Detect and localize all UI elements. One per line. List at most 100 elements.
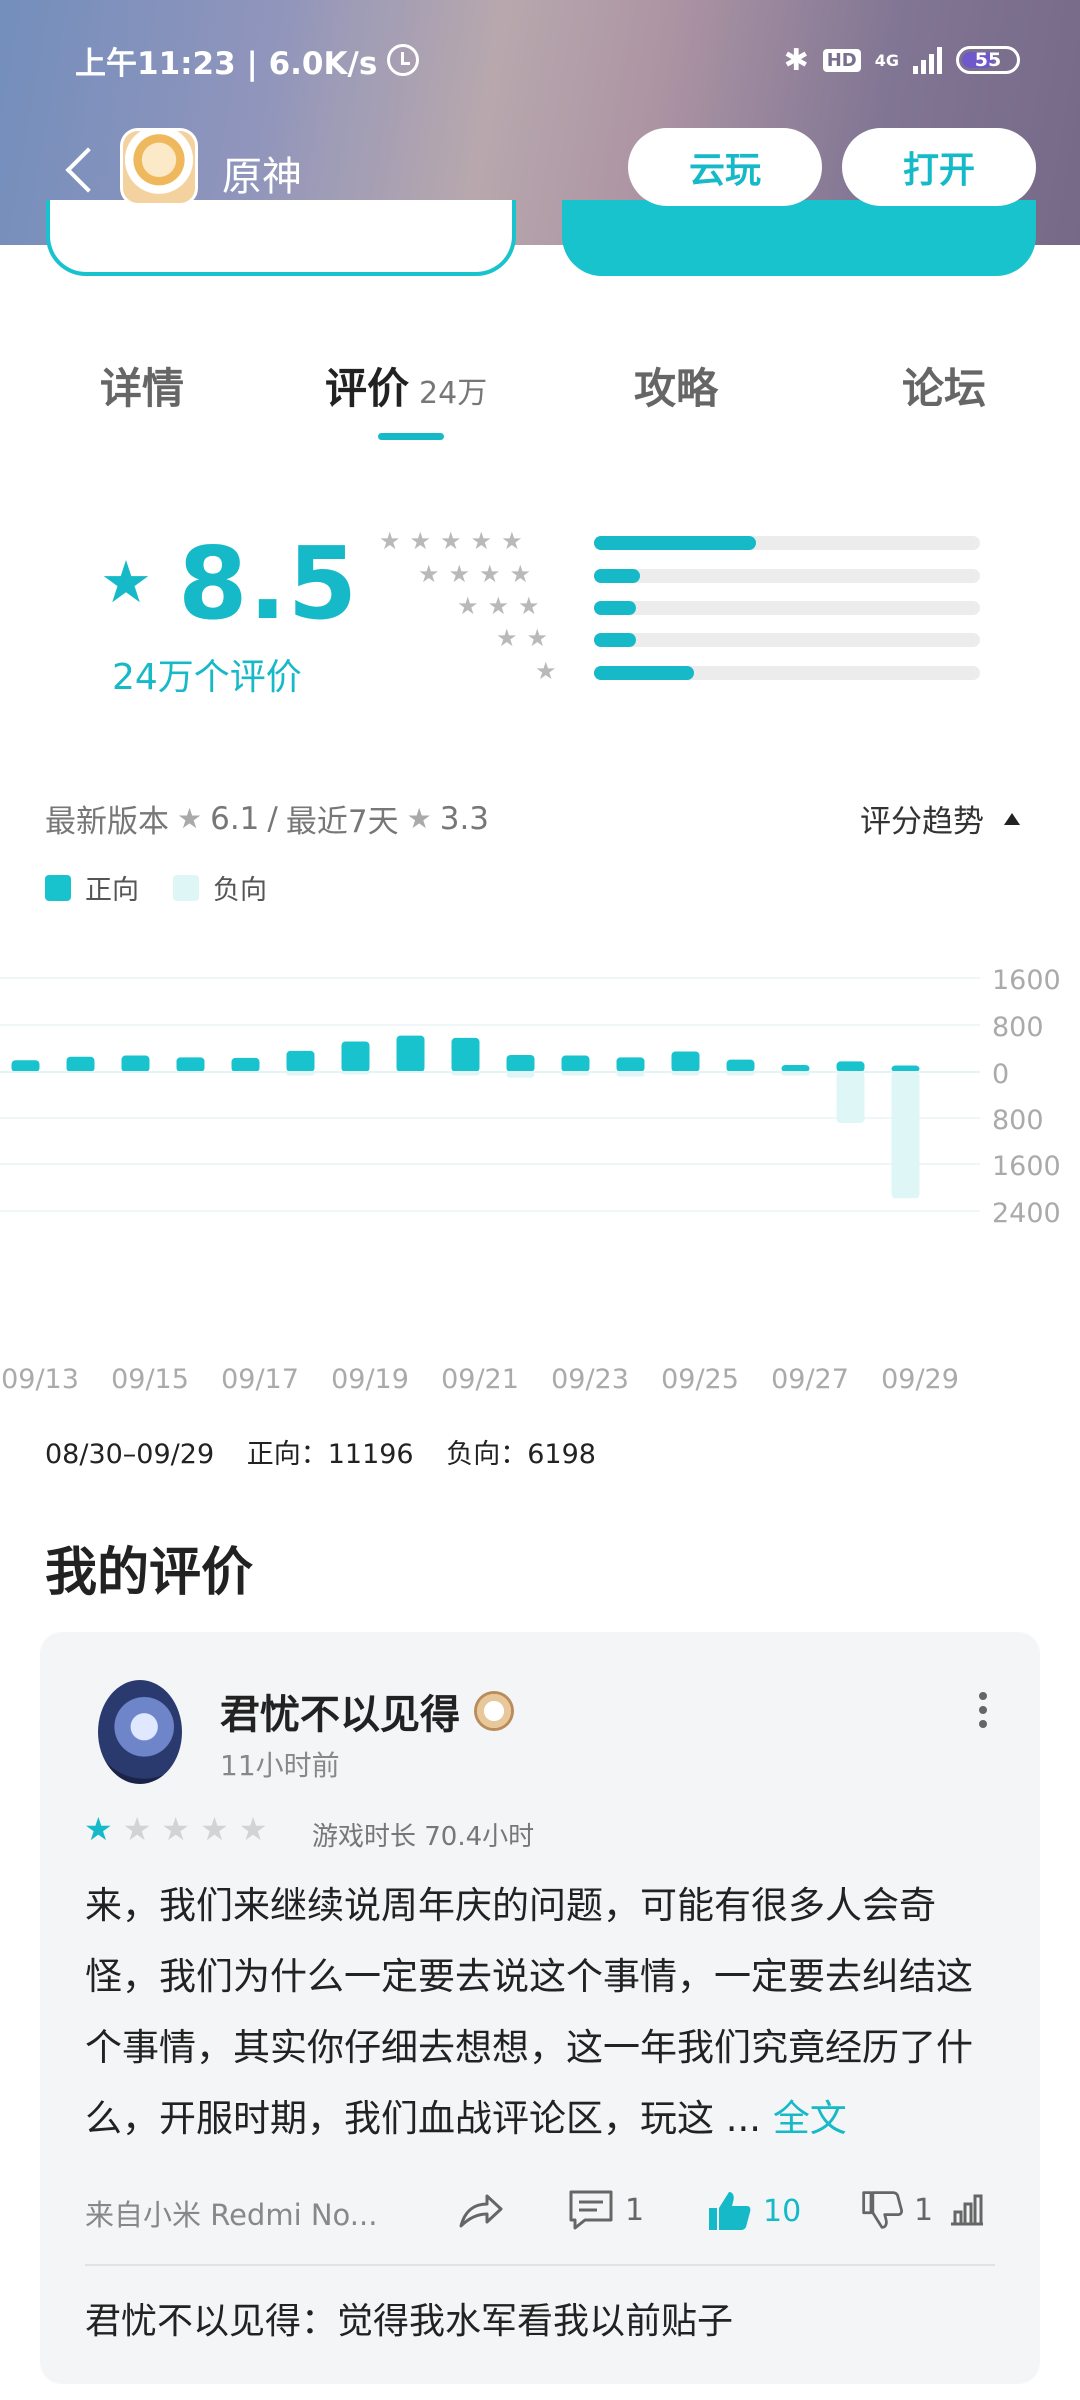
app-icon [120,128,198,206]
bar-positive [616,1057,645,1072]
nav-bar: 原神 云玩 打开 [0,122,1080,218]
open-button[interactable]: 打开 [842,128,1036,206]
separator: / [267,800,278,837]
app-header: 上午11:23 | 6.0K/s ✱ HD 4G 55 原神 云玩 打开 [0,0,1080,245]
y-tick-label: 2400 [992,1198,1061,1229]
x-tick-label: 09/19 [331,1364,409,1395]
like-button[interactable]: 10 [705,2188,801,2234]
divider [85,2264,995,2266]
bar-positive [561,1055,590,1072]
bar-positive [506,1054,535,1072]
star-icon: ★ [406,802,432,835]
rating-count: 24万个评价 [112,657,302,698]
dislike-count: 1 [914,2192,934,2228]
cloud-play-button[interactable]: 云玩 [628,128,822,206]
range-positive: 正向：11196 [246,1439,414,1470]
bar-positive [231,1057,260,1072]
review-actions: 来自小米 Redmi No... 1 10 1 [85,2182,995,2242]
y-tick-label: 800 [992,1012,1044,1043]
tab-guides[interactable]: 攻略 [634,355,718,416]
tab-label: 评价 [325,364,410,413]
x-tick-label: 09/23 [551,1364,629,1395]
distribution-track [594,666,980,680]
stats-button[interactable] [947,2188,987,2228]
app-title: 原神 [222,154,302,200]
bar-positive [176,1057,205,1072]
review-count: 24万 [419,376,488,411]
more-options-icon[interactable] [978,1692,988,1728]
latest-version-label: 最新版本 [45,804,169,840]
trend-label: 评分趋势 [860,804,984,840]
distribution-track [594,569,980,583]
star-icon: ★ [122,1810,162,1848]
avatar[interactable] [98,1680,182,1784]
review-card[interactable]: 君忧不以见得 11小时前 ★★★★★ 游戏时长 70.4小时 来，我们来继续说周… [40,1632,1040,2384]
distribution-fill [594,569,641,583]
star-icon: ★ [100,548,152,616]
status-bar: 上午11:23 | 6.0K/s ✱ HD 4G 55 [75,38,1020,82]
network-type: 4G [874,50,899,70]
tab-reviews[interactable]: 评价 24万 [325,355,487,416]
recent-label: 最近7天 [285,804,399,840]
star-icon: ★ [84,1810,123,1848]
bluetooth-icon: ✱ [783,42,809,78]
distribution-row-1-star: ★ [400,657,980,685]
star-icon-group: ★★★★ [418,560,541,588]
legend-swatch [173,874,199,901]
legend-swatch [45,874,71,901]
review-time: 11小时前 [220,1749,340,1782]
legend-negative: 负向 [173,868,267,907]
star-icon: ★ [177,802,203,835]
distribution-track [594,633,980,647]
bar-chart-icon [951,2194,983,2226]
distribution-fill [594,601,637,615]
read-more-link[interactable]: 全文 [773,2097,847,2140]
star-icon-group: ★ [535,657,566,685]
x-tick-label: 09/17 [221,1364,299,1395]
rating-score: 8.5 [178,525,359,642]
share-button[interactable] [457,2188,505,2232]
tab-bar: 详情 评价 24万 攻略 论坛 [0,355,1080,435]
review-text[interactable]: 来，我们来继续说周年庆的问题，可能有很多人会奇怪，我们为什么一定要去说这个事情，… [85,1870,1005,2154]
y-tick-label: 800 [992,1105,1044,1136]
rating-trend-chart: 1600 800 0 800 1600 2400 09/13 09/15 09/17 09/19 0… [0,965,1061,1395]
back-icon[interactable] [60,146,100,194]
distribution-fill [594,536,757,550]
bar-positive [286,1050,315,1072]
tab-indicator [378,433,444,440]
x-tick-label: 09/15 [111,1364,189,1395]
latest-version-score: 6.1 [210,800,260,837]
signal-icon [913,46,942,74]
distribution-row-5-star: ★★★★★ [379,527,980,555]
bar-positive [781,1064,810,1072]
range-negative: 负向：6198 [446,1439,596,1470]
bar-positive [11,1060,40,1072]
y-tick-label: 1600 [992,1151,1061,1182]
bar-positive [671,1051,700,1072]
reply-preview[interactable]: 君忧不以见得：觉得我水军看我以前贴子 [85,2292,733,2344]
tab-label: 详情 [100,364,185,413]
star-icon-group: ★★★★★ [379,527,532,555]
share-icon [459,2194,503,2228]
review-stars: ★★★★★ [84,1810,277,1848]
status-time: 上午11:23 | 6.0K/s [75,45,378,82]
rating-trend-toggle[interactable]: 评分趋势 [860,796,1020,841]
legend-label: 负向 [213,875,267,906]
star-icon: ★ [238,1810,278,1848]
username[interactable]: 君忧不以见得 [220,1682,514,1740]
bar-positive [341,1041,370,1072]
thumbs-up-icon [709,2192,751,2230]
y-tick-label: 1600 [992,965,1061,996]
distribution-track [594,536,980,550]
recent-score: 3.3 [439,800,490,837]
x-tick-label: 09/13 [1,1364,79,1395]
playtime: 游戏时长 70.4小时 [312,1822,535,1852]
comment-button[interactable]: 1 [567,2188,644,2232]
alarm-icon [387,44,420,76]
tab-details[interactable]: 详情 [100,355,184,416]
y-tick-label: 0 [992,1059,1009,1090]
thumbs-down-icon [862,2191,903,2229]
dislike-button[interactable]: 1 [860,2188,933,2232]
tab-forum[interactable]: 论坛 [902,355,986,416]
star-icon-group: ★★★ [457,592,549,620]
